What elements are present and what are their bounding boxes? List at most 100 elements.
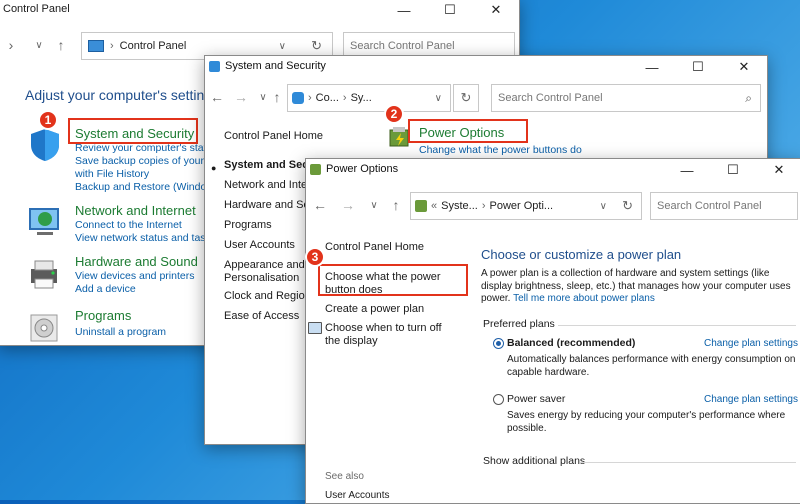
refresh-icon[interactable]: ↻ xyxy=(311,38,322,54)
devices-printers-link[interactable]: View devices and printers xyxy=(75,270,194,283)
plan-power-saver-desc: Saves energy by reducing your computer's… xyxy=(507,410,786,434)
title-bar: Control Panel — ☐ ✕ xyxy=(0,0,519,21)
maximize-button[interactable]: ☐ xyxy=(675,56,721,78)
power-options-icon xyxy=(415,200,427,212)
radio-selected-dot xyxy=(496,341,501,346)
shield-icon xyxy=(27,127,63,163)
chevron-down-icon[interactable]: ∨ xyxy=(600,201,607,212)
sidebar-item-user-accounts[interactable]: User Accounts xyxy=(224,239,295,251)
programs-icon xyxy=(27,311,63,345)
sidebar-item-programs[interactable]: Programs xyxy=(224,219,272,231)
breadcrumb-separator-icon: › xyxy=(481,200,486,212)
sidebar-item-appearance[interactable]: Appearance and Personalisation xyxy=(224,259,308,285)
title-bar: System and Security — ☐ ✕ xyxy=(205,56,767,78)
address-bar[interactable]: « Syste... › Power Opti... ∨ ↻ xyxy=(410,192,642,220)
plan-description: A power plan is a collection of hardware… xyxy=(481,268,799,306)
search-icon: ⌕ xyxy=(745,90,752,105)
search-input[interactable]: Search Control Panel xyxy=(650,192,798,220)
window-title: System and Security xyxy=(225,60,326,72)
preferred-plans-divider xyxy=(558,325,796,326)
search-input[interactable]: Search Control Panel ⌕ xyxy=(491,84,761,112)
category-hardware-sound[interactable]: Hardware and Sound xyxy=(75,254,198,269)
title-bar: Power Options — ☐ ✕ xyxy=(306,159,800,181)
change-power-buttons-link[interactable]: Change what the power buttons do xyxy=(419,144,582,156)
globe-icon xyxy=(27,204,63,240)
minimize-button[interactable]: — xyxy=(629,56,675,78)
plan-balanced-name[interactable]: Balanced (recommended) xyxy=(507,337,635,349)
up-arrow-icon[interactable]: ↑ xyxy=(267,87,287,107)
category-programs[interactable]: Programs xyxy=(75,308,131,323)
breadcrumb-control-panel[interactable]: Control Panel xyxy=(120,40,187,52)
additional-plans-divider xyxy=(580,462,796,463)
recent-locations-icon[interactable]: ∨ xyxy=(364,195,384,215)
back-arrow-icon[interactable]: ← xyxy=(310,195,330,215)
printer-icon xyxy=(27,257,63,293)
maximize-button[interactable]: ☐ xyxy=(427,0,473,21)
sidebar-item-user-accounts[interactable]: User Accounts xyxy=(325,490,389,501)
sidebar-item-home[interactable]: Control Panel Home xyxy=(325,241,424,253)
window-title: Power Options xyxy=(326,163,399,175)
close-button[interactable]: ✕ xyxy=(473,0,519,21)
category-network-internet[interactable]: Network and Internet xyxy=(75,203,196,218)
see-also-label: See also xyxy=(325,471,364,482)
power-options-title-icon xyxy=(310,164,321,175)
step-badge-2: 2 xyxy=(384,104,404,124)
page-heading: Adjust your computer's settings xyxy=(25,87,220,103)
highlight-power-options xyxy=(408,119,528,143)
plan-power-saver-name[interactable]: Power saver xyxy=(507,393,565,405)
up-arrow-icon[interactable]: ↑ xyxy=(51,35,71,55)
breadcrumb-control-panel[interactable]: Co... xyxy=(316,92,339,104)
forward-arrow-icon[interactable]: → xyxy=(231,87,251,107)
back-arrow-icon[interactable]: ← xyxy=(207,87,227,107)
breadcrumb-separator-icon: › xyxy=(342,92,347,104)
shield-icon xyxy=(292,92,304,104)
current-item-bullet: ● xyxy=(211,163,217,173)
sidebar-item-create-power-plan[interactable]: Create a power plan xyxy=(325,303,424,315)
breadcrumb-power-options[interactable]: Power Opti... xyxy=(489,200,553,212)
plan-balanced-desc: Automatically balances performance with … xyxy=(507,354,796,378)
breadcrumb-separator-icon: › xyxy=(110,40,114,52)
plan-balanced-radio[interactable] xyxy=(493,338,504,349)
forward-arrow-icon[interactable]: → xyxy=(338,195,358,215)
sidebar-item-clock-region[interactable]: Clock and Region xyxy=(224,290,311,302)
recent-locations-icon[interactable]: ∨ xyxy=(29,35,49,55)
minimize-button[interactable]: — xyxy=(381,0,427,21)
add-device-link[interactable]: Add a device xyxy=(75,283,194,296)
sidebar-item-turn-off-display[interactable]: Choose when to turn off the display xyxy=(325,322,459,348)
navigation-bar: ← → ∨ ↑ « Syste... › Power Opti... ∨ ↻ S… xyxy=(306,191,800,221)
connect-internet-link[interactable]: Connect to the Internet xyxy=(75,219,216,232)
more-about-power-plans-link[interactable]: more about power plans xyxy=(548,293,655,304)
uninstall-program-link[interactable]: Uninstall a program xyxy=(75,326,166,338)
show-additional-plans[interactable]: Show additional plans xyxy=(483,455,585,467)
breadcrumb-overflow-icon[interactable]: « xyxy=(431,200,437,212)
system-security-title-icon xyxy=(209,61,220,72)
close-button[interactable]: ✕ xyxy=(721,56,767,78)
chevron-down-icon[interactable]: ∨ xyxy=(435,93,442,104)
breadcrumb-separator-icon: › xyxy=(308,92,312,104)
chevron-down-icon[interactable]: ∨ xyxy=(279,41,286,52)
sidebar-item-home[interactable]: Control Panel Home xyxy=(224,130,323,142)
address-bar[interactable]: › Co... › Sy... ∨ xyxy=(287,84,451,112)
control-panel-icon xyxy=(88,40,104,52)
up-arrow-icon[interactable]: ↑ xyxy=(386,195,406,215)
plan-power-saver-radio[interactable] xyxy=(493,394,504,405)
breadcrumb-system[interactable]: Syste... xyxy=(441,200,478,212)
step-badge-3: 3 xyxy=(305,247,325,267)
network-status-link[interactable]: View network status and tasks xyxy=(75,232,216,245)
breadcrumb-system-security[interactable]: Sy... xyxy=(351,92,372,104)
category-network-links: Connect to the Internet View network sta… xyxy=(75,219,216,245)
step-badge-1: 1 xyxy=(38,110,58,130)
display-icon xyxy=(308,322,322,334)
plan-power-saver-change-link[interactable]: Change plan settings xyxy=(704,394,798,405)
minimize-button[interactable]: — xyxy=(664,159,710,181)
close-button[interactable]: ✕ xyxy=(756,159,800,181)
refresh-icon[interactable]: ↻ xyxy=(622,198,633,214)
category-hardware-links: View devices and printers Add a device xyxy=(75,270,194,296)
sidebar-item-ease-access[interactable]: Ease of Access xyxy=(224,310,299,322)
power-options-window: Power Options — ☐ ✕ ← → ∨ ↑ « Syste... ›… xyxy=(305,158,800,504)
tell-me-link[interactable]: Tell me xyxy=(513,293,545,304)
refresh-button[interactable]: ↻ xyxy=(453,84,479,112)
maximize-button[interactable]: ☐ xyxy=(710,159,756,181)
forward-arrow-icon[interactable]: › xyxy=(1,35,21,55)
plan-balanced-change-link[interactable]: Change plan settings xyxy=(704,338,798,349)
